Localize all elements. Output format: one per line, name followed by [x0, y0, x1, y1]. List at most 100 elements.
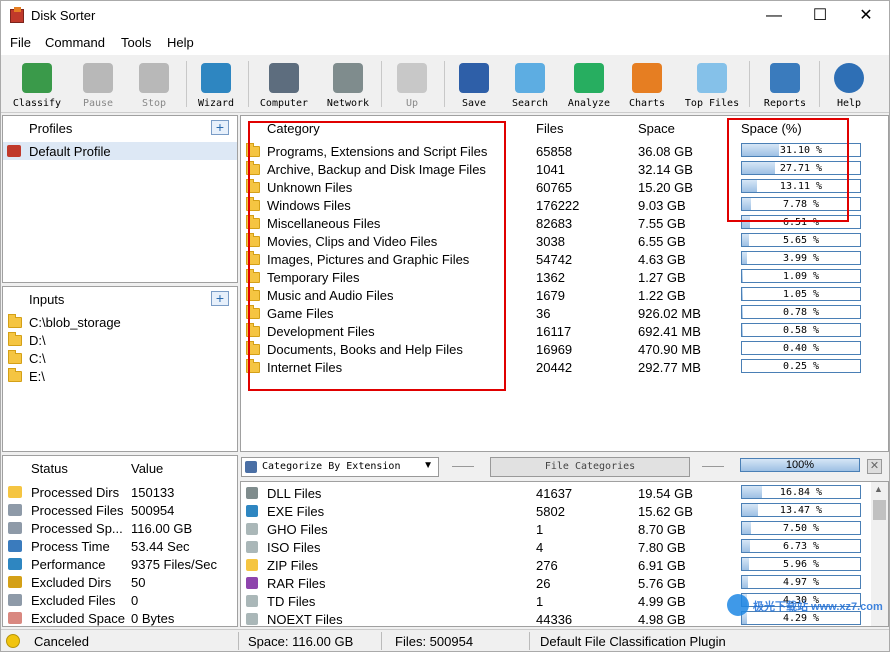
status-row: Process Time 53.44 Sec: [3, 537, 237, 555]
status-panel: Status Value Processed Dirs 150133 Processe…: [2, 455, 238, 627]
file-categories-button[interactable]: File Categories: [490, 457, 690, 477]
divider: [238, 632, 239, 650]
input-item[interactable]: C:\blob_storage: [3, 313, 237, 331]
category-space: 15.20 GB: [638, 180, 693, 195]
status-label: Processed Dirs: [31, 485, 120, 500]
extension-files: 1: [536, 522, 544, 537]
status-plugin: Default File Classification Plugin: [540, 634, 726, 649]
status-value: 53.44 Sec: [131, 539, 190, 554]
status-header: Status Value: [3, 456, 237, 480]
category-files: 82683: [536, 216, 573, 231]
stop-button[interactable]: Stop: [129, 59, 179, 111]
help-button[interactable]: Help: [824, 59, 874, 111]
reports-button[interactable]: Reports: [760, 59, 810, 111]
extension-space: 7.80 GB: [638, 540, 686, 555]
status-value: 50: [131, 575, 146, 590]
extension-space: 4.99 GB: [638, 594, 686, 609]
input-path: C:\blob_storage: [29, 315, 121, 330]
file-type-icon: [246, 523, 258, 535]
space-col-header[interactable]: Space: [638, 121, 675, 136]
category-files: 1362: [536, 270, 565, 285]
top-files-button[interactable]: Top Files: [685, 59, 739, 111]
space-percent-label: 4.97 %: [782, 577, 820, 588]
inputs-header: Inputs +: [3, 287, 237, 311]
extension-row[interactable]: EXE Files 5802 15.62 GB 13.47 %: [241, 502, 888, 520]
categorize-dropdown[interactable]: Categorize By Extension ▼: [241, 457, 439, 477]
scroll-up-icon[interactable]: ▲: [874, 484, 883, 494]
minimize-button[interactable]: —: [751, 1, 797, 31]
extension-space: 19.54 GB: [638, 486, 693, 501]
search-button[interactable]: Search: [505, 59, 555, 111]
space-percent-bar: 4.97 %: [741, 575, 861, 589]
status-value: 0 Bytes: [131, 611, 175, 626]
maximize-button[interactable]: ☐: [797, 1, 843, 31]
computer-icon: [269, 63, 299, 93]
menu-help[interactable]: Help: [167, 35, 194, 50]
network-button[interactable]: Network: [323, 59, 373, 111]
status-row: Processed Files 500954: [3, 501, 237, 519]
extension-files: 41637: [536, 486, 573, 501]
close-icon[interactable]: ✕: [867, 459, 882, 474]
menu-file[interactable]: File: [10, 35, 31, 50]
toolbar-separator: [186, 61, 187, 107]
folder-icon: [8, 368, 22, 382]
category-space: 692.41 MB: [638, 324, 701, 339]
extension-row[interactable]: DLL Files 41637 19.54 GB 16.84 %: [241, 484, 888, 502]
status-col-header: Status: [31, 461, 68, 476]
extension-row[interactable]: ISO Files 4 7.80 GB 6.73 %: [241, 538, 888, 556]
charts-button[interactable]: Charts: [622, 59, 672, 111]
space-percent-label: 1.09 %: [782, 271, 820, 282]
add-input-button[interactable]: +: [211, 291, 229, 306]
status-label: Processed Files: [31, 503, 124, 518]
extension-row[interactable]: GHO Files 1 8.70 GB 7.50 %: [241, 520, 888, 538]
divider: [529, 632, 530, 650]
menu-command[interactable]: Command: [45, 35, 105, 50]
analyze-button[interactable]: Analyze: [564, 59, 614, 111]
close-button[interactable]: ✕: [843, 1, 889, 31]
toolbar-label: Wizard: [197, 98, 235, 109]
extension-row[interactable]: ZIP Files 276 6.91 GB 5.96 %: [241, 556, 888, 574]
status-row-icon: [8, 594, 22, 606]
analyze-icon: [574, 63, 604, 93]
input-item[interactable]: E:\: [3, 367, 237, 385]
toolbar-label: Network: [326, 98, 370, 109]
category-files: 176222: [536, 198, 580, 213]
space-percent-label: 6.73 %: [782, 541, 820, 552]
category-space: 7.55 GB: [638, 216, 686, 231]
extension-name: GHO Files: [267, 522, 328, 537]
status-state: Canceled: [34, 634, 89, 649]
folder-icon: [8, 350, 22, 364]
status-value: 9375 Files/Sec: [131, 557, 217, 572]
add-profile-button[interactable]: +: [211, 120, 229, 135]
wizard-button[interactable]: Wizard: [191, 59, 241, 111]
profile-item[interactable]: Default Profile: [3, 142, 237, 160]
status-row: Processed Sp... 116.00 GB: [3, 519, 237, 537]
computer-button[interactable]: Computer: [259, 59, 309, 111]
menu-tools[interactable]: Tools: [121, 35, 151, 50]
classify-button[interactable]: Classify: [12, 59, 62, 111]
charts-icon: [632, 63, 662, 93]
toolbar-separator: [444, 61, 445, 107]
status-value: 116.00 GB: [131, 521, 193, 536]
file-type-icon: [246, 577, 258, 589]
up-arrow-icon: [397, 63, 427, 93]
save-button[interactable]: Save: [449, 59, 499, 111]
categorize-dropdown-label: Categorize By Extension: [262, 461, 401, 472]
status-indicator-icon: [6, 634, 20, 648]
up-button[interactable]: Up: [387, 59, 437, 111]
space-percent-bar: 1.09 %: [741, 269, 861, 283]
extension-name: TD Files: [267, 594, 316, 609]
profiles-header: Profiles +: [3, 116, 237, 140]
input-item[interactable]: C:\: [3, 349, 237, 367]
extension-space: 15.62 GB: [638, 504, 693, 519]
input-item[interactable]: D:\: [3, 331, 237, 349]
network-icon: [333, 63, 363, 93]
pause-button[interactable]: Pause: [73, 59, 123, 111]
space-percent-label: 0.25 %: [782, 361, 820, 372]
scrollbar-thumb[interactable]: [873, 500, 886, 520]
files-col-header[interactable]: Files: [536, 121, 563, 136]
category-files: 65858: [536, 144, 573, 159]
category-space: 6.55 GB: [638, 234, 686, 249]
status-label: Process Time: [31, 539, 110, 554]
status-label: Excluded Space: [31, 611, 125, 626]
